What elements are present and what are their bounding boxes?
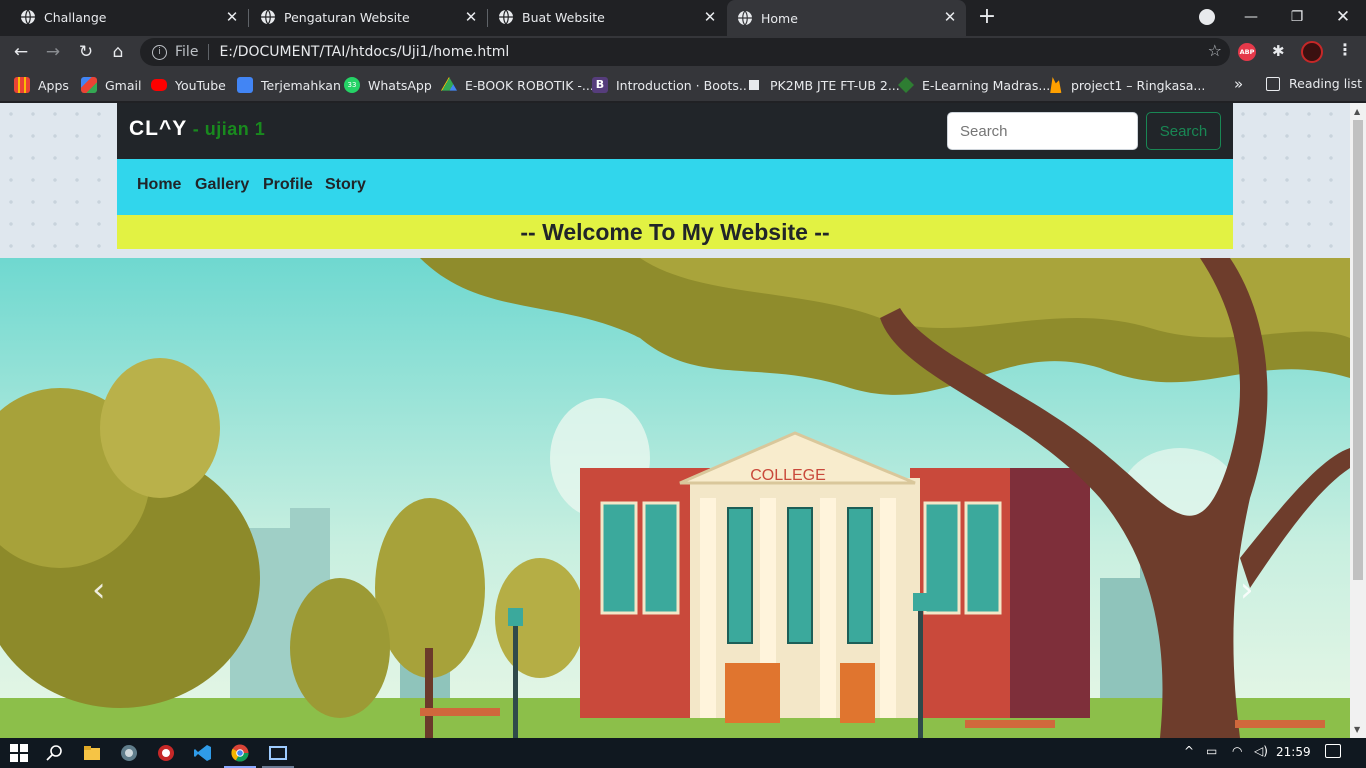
chrome-icon[interactable] [231, 744, 249, 762]
brand-subtitle: - ujian 1 [187, 119, 266, 139]
reading-list-button[interactable]: Reading list [1266, 76, 1362, 91]
back-arrow-icon[interactable]: ← [9, 40, 33, 64]
close-tab-icon[interactable]: ✕ [224, 9, 240, 25]
site-nav: Home Gallery Profile Story [117, 159, 1233, 215]
bookmark-bootstrap[interactable]: B Introduction · Boots... [592, 76, 751, 94]
file-explorer-icon[interactable] [83, 744, 101, 762]
nav-link-gallery[interactable]: Gallery [195, 176, 249, 194]
site-header: CL^Y - ujian 1 Search [117, 103, 1233, 159]
page-scrollbar[interactable]: ▲ ▼ [1350, 103, 1366, 738]
forward-arrow-icon[interactable]: → [41, 40, 65, 64]
youtube-icon [151, 79, 167, 91]
close-window-icon[interactable]: ✕ [1332, 6, 1354, 28]
madrasah-icon [898, 77, 914, 93]
drive-icon [441, 77, 457, 91]
close-tab-icon[interactable]: ✕ [702, 9, 718, 25]
tab-title: Pengaturan Website [284, 9, 410, 25]
tray-chevron-icon[interactable]: ^ [1184, 744, 1194, 758]
globe-icon [261, 9, 275, 25]
carousel-prev-icon[interactable]: ‹ [92, 570, 106, 610]
translate-icon [237, 77, 253, 93]
home-icon[interactable]: ⌂ [106, 40, 130, 64]
bookmark-project1[interactable]: project1 – Ringkasa... [1047, 76, 1205, 94]
nav-link-profile[interactable]: Profile [263, 176, 313, 194]
nav-link-home[interactable]: Home [137, 176, 181, 194]
scrollbar-thumb[interactable] [1353, 120, 1363, 580]
carousel-college-illustration: COLLEGE [0, 258, 1350, 738]
scheme-label: File [175, 44, 199, 60]
carousel-next-icon[interactable]: › [1240, 570, 1254, 610]
bookmark-pk2mb[interactable]: PK2MB JTE FT-UB 2... [746, 76, 900, 94]
firebase-icon [1050, 77, 1062, 93]
url-text[interactable]: E:/DOCUMENT/TAI/htdocs/Uji1/home.html [219, 44, 509, 60]
close-tab-icon[interactable]: ✕ [463, 9, 479, 25]
app-icon[interactable] [269, 744, 287, 762]
app-icon[interactable] [157, 744, 175, 762]
wifi-icon[interactable]: ◠ [1232, 744, 1242, 758]
new-tab-button[interactable]: + [976, 6, 998, 29]
info-icon[interactable]: i [152, 44, 167, 60]
search-input[interactable] [947, 112, 1138, 150]
notifications-icon[interactable] [1325, 744, 1341, 758]
site-icon [746, 77, 762, 93]
tab-title: Challange [44, 9, 107, 25]
address-bar[interactable]: i File E:/DOCUMENT/TAI/htdocs/Uji1/home.… [140, 38, 1230, 66]
welcome-banner: -- Welcome To My Website -- [117, 215, 1233, 249]
minimize-icon[interactable]: — [1240, 6, 1262, 28]
bookmark-gmail[interactable]: Gmail [81, 76, 141, 94]
bookmark-apps[interactable]: Apps [14, 76, 69, 94]
vscode-icon[interactable] [194, 744, 212, 762]
bookmarks-bar: Apps Gmail YouTube Terjemahkan 33 WhatsA… [0, 68, 1366, 102]
college-sign: COLLEGE [750, 467, 826, 484]
tab-search-icon[interactable] [1199, 9, 1215, 25]
restore-icon[interactable]: ❐ [1286, 6, 1308, 28]
globe-icon [738, 10, 752, 26]
browser-tab[interactable]: Pengaturan Website ✕ [248, 0, 488, 34]
browser-tab[interactable]: Challange ✕ [0, 0, 249, 34]
bookmark-star-icon[interactable]: ☆ [1208, 41, 1222, 60]
bootstrap-icon: B [592, 77, 608, 93]
brand-logo-text: CL^Y [129, 117, 188, 140]
app-icon[interactable] [120, 744, 138, 762]
bookmarks-overflow-icon[interactable]: » [1234, 75, 1243, 93]
globe-icon [499, 9, 513, 25]
browser-tab-active[interactable]: Home ✕ [727, 0, 966, 36]
bookmark-translate[interactable]: Terjemahkan [237, 76, 341, 94]
reading-list-icon [1266, 76, 1280, 91]
bookmark-youtube[interactable]: YouTube [151, 76, 226, 94]
bookmark-ebook[interactable]: E-BOOK ROBOTIK -... [441, 76, 594, 94]
apps-grid-icon [14, 77, 30, 93]
bookmark-elearning[interactable]: E-Learning Madras... [898, 76, 1050, 94]
menu-kebab-icon[interactable]: ⋮ [1337, 40, 1353, 59]
search-button[interactable]: Search [1146, 112, 1221, 150]
globe-icon [21, 9, 35, 25]
close-tab-icon[interactable]: ✕ [942, 9, 958, 25]
site-brand[interactable]: CL^Y - ujian 1 [129, 117, 265, 141]
browser-toolbar: ← → ↻ ⌂ i File E:/DOCUMENT/TAI/htdocs/Uj… [0, 36, 1366, 68]
windows-taskbar: ^ ▭ ◠ ◁) 21:59 [0, 738, 1366, 768]
gmail-icon [81, 77, 97, 93]
battery-icon[interactable]: ▭ [1206, 744, 1217, 758]
bookmark-whatsapp[interactable]: 33 WhatsApp [344, 76, 432, 94]
tab-title: Buat Website [522, 9, 605, 25]
profile-avatar[interactable] [1301, 41, 1323, 63]
tab-title: Home [761, 10, 798, 26]
scroll-up-icon[interactable]: ▲ [1354, 107, 1360, 116]
address-separator [208, 44, 210, 60]
extensions-puzzle-icon[interactable]: ✱ [1272, 42, 1285, 60]
reload-icon[interactable]: ↻ [74, 40, 98, 64]
windows-start-icon[interactable] [10, 744, 28, 762]
nav-link-story[interactable]: Story [325, 176, 366, 194]
page-viewport: CL^Y - ujian 1 Search Home Gallery Profi… [0, 103, 1350, 738]
system-clock[interactable]: 21:59 [1276, 745, 1311, 759]
adblock-plus-icon[interactable]: ABP [1238, 43, 1256, 61]
browser-tab[interactable]: Buat Website ✕ [487, 0, 726, 34]
search-icon[interactable] [46, 744, 64, 762]
browser-tab-strip: Challange ✕ Pengaturan Website ✕ Buat We… [0, 0, 1366, 36]
volume-icon[interactable]: ◁) [1254, 744, 1268, 758]
scroll-down-icon[interactable]: ▼ [1354, 725, 1360, 734]
hero-carousel: COLLEGE ‹ › [0, 258, 1350, 738]
whatsapp-icon: 33 [344, 77, 360, 93]
